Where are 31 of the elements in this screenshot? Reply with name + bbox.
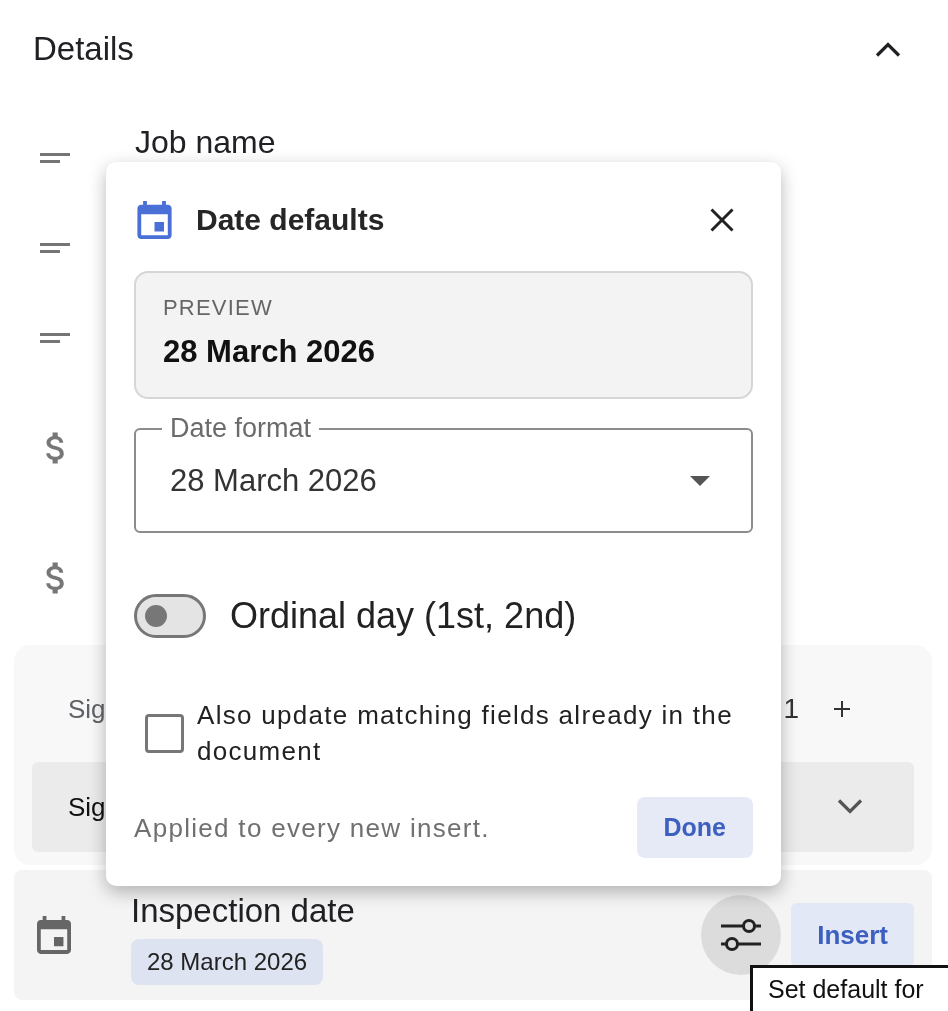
dollar-icon bbox=[44, 432, 66, 464]
dialog-title: Date defaults bbox=[196, 202, 385, 238]
dropdown-arrow-icon bbox=[690, 475, 710, 486]
calendar-icon bbox=[137, 201, 172, 239]
plus-icon[interactable] bbox=[834, 701, 850, 717]
section-label: Sig bbox=[68, 694, 106, 724]
toggle-label: Ordinal day (1st, 2nd) bbox=[230, 595, 577, 637]
short-text-icon bbox=[40, 243, 70, 253]
short-text-icon bbox=[40, 153, 70, 163]
dollar-icon bbox=[44, 562, 66, 594]
close-button[interactable] bbox=[710, 208, 734, 232]
date-value-chip: 28 March 2026 bbox=[131, 938, 324, 985]
field-label: Inspection date bbox=[131, 893, 355, 928]
preview-value: 28 March 2026 bbox=[163, 334, 375, 370]
short-text-icon bbox=[40, 333, 70, 343]
done-button[interactable]: Done bbox=[636, 797, 753, 858]
calendar-icon bbox=[37, 916, 71, 954]
checkbox-label: Also update matching fields already in the document bbox=[197, 699, 734, 768]
section-title: Details bbox=[33, 30, 134, 68]
helper-text: Applied to every new insert. bbox=[134, 811, 490, 844]
chevron-up-icon[interactable] bbox=[874, 41, 902, 57]
tooltip: Set default for bbox=[750, 965, 948, 1011]
field-label: Job name bbox=[135, 125, 276, 159]
insert-button[interactable]: Insert bbox=[791, 903, 914, 967]
close-icon bbox=[710, 208, 734, 232]
count-label: 1 bbox=[783, 693, 799, 725]
toggle-switch[interactable] bbox=[134, 594, 206, 638]
sliders-icon bbox=[721, 918, 762, 952]
preview-label: PREVIEW bbox=[163, 295, 273, 321]
checkbox[interactable] bbox=[145, 713, 184, 753]
row-label: Sig bbox=[68, 792, 106, 822]
